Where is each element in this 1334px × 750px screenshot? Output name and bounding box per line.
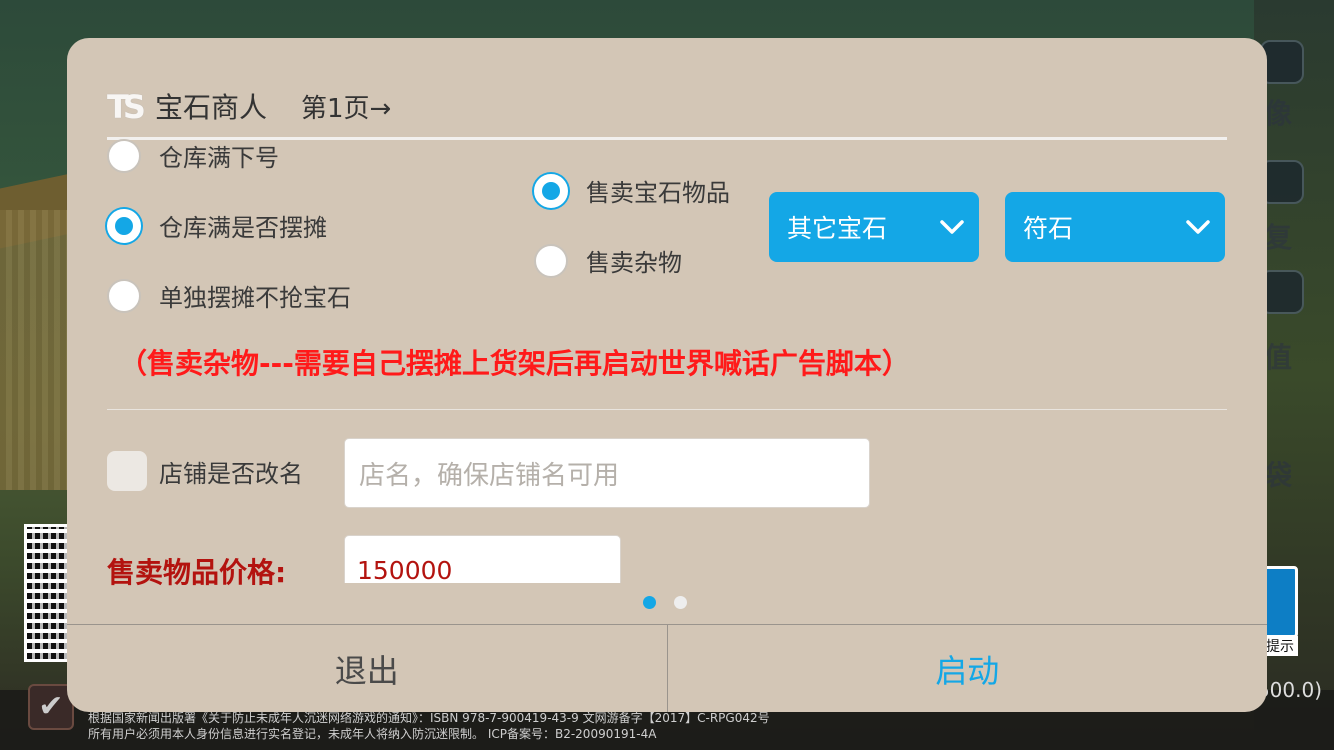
page-indicator [643, 596, 687, 609]
radio-option-warehouse-stall[interactable]: 仓库满是否摆摊 [107, 208, 327, 243]
ts-logo-icon: TS [107, 88, 146, 126]
game-footer-notice: 根据国家新闻出版署《关于防止未成年人沉迷网络游戏的通知》：ISBN 978-7-… [88, 710, 1318, 742]
gem-type-dropdown[interactable]: 其它宝石 [769, 192, 979, 262]
rename-shop-option[interactable]: 店铺是否改名 [107, 451, 303, 491]
chevron-down-icon [1186, 220, 1210, 234]
game-side-label: 复 [1263, 221, 1292, 254]
radio-label: 售卖杂物 [586, 249, 682, 277]
section-divider [107, 409, 1227, 410]
game-footer-notice-line: 根据国家新闻出版署《关于防止未成年人沉迷网络游戏的通知》：ISBN 978-7-… [88, 711, 770, 725]
game-side-label: 像 [1263, 97, 1292, 130]
price-input[interactable]: 150000 [344, 535, 621, 583]
exit-button[interactable]: 退出 [67, 625, 668, 712]
radio-option-stall-only[interactable]: 单独摆摊不抢宝石 [107, 278, 351, 313]
game-side-label: 袋 [1263, 459, 1292, 492]
radio-button[interactable] [534, 243, 568, 278]
next-page-link[interactable]: 第1页→ [301, 88, 391, 125]
shop-name-input[interactable]: 店名，确保店铺名可用 [344, 438, 870, 508]
radio-label: 售卖宝石物品 [586, 179, 730, 207]
game-badge-label: 提示 [1262, 636, 1298, 656]
radio-button-selected[interactable] [107, 208, 141, 243]
radio-label: 仓库满下号 [159, 144, 279, 172]
warning-note: （售卖杂物---需要自己摆摊上货架后再启动世界喊话广告脚本） [119, 347, 910, 380]
radio-button[interactable] [107, 138, 141, 173]
price-label: 售卖物品价格: [107, 556, 287, 589]
script-settings-dialog: TS 宝石商人 第1页→ 仓库满下号 仓库满是否摆摊 单独摆摊不抢宝石 售卖宝石… [67, 38, 1267, 712]
dropdown-value: 符石 [1023, 214, 1074, 243]
game-footer-notice-line: 所有用户必须用本人身份信息进行实名登记，未成年人将纳入防沉迷限制。 ICP备案号… [88, 727, 657, 741]
page-dot-active[interactable] [643, 596, 656, 609]
rename-checkbox[interactable] [107, 451, 147, 491]
chevron-down-icon [940, 220, 964, 234]
radio-button[interactable] [107, 278, 141, 313]
price-input-wrapper: 150000 [344, 535, 623, 583]
radio-option-warehouse-logout[interactable]: 仓库满下号 [107, 138, 279, 173]
game-side-label: 值 [1263, 341, 1292, 374]
radio-button-selected[interactable] [534, 173, 568, 208]
start-button[interactable]: 启动 [668, 625, 1268, 712]
dialog-title: 宝石商人 [155, 91, 268, 124]
radio-option-sell-gems[interactable]: 售卖宝石物品 [534, 173, 730, 208]
dropdown-value: 其它宝石 [787, 214, 888, 243]
radio-label: 仓库满是否摆摊 [159, 214, 327, 242]
radio-label: 单独摆摊不抢宝石 [159, 284, 351, 312]
page-dot[interactable] [674, 596, 687, 609]
background-house [0, 210, 75, 490]
gem-subtype-dropdown[interactable]: 符石 [1005, 192, 1225, 262]
rename-label: 店铺是否改名 [159, 459, 303, 488]
dialog-footer: 退出 启动 [67, 624, 1267, 712]
dialog-header: TS 宝石商人 第1页→ [107, 86, 391, 126]
radio-option-sell-misc[interactable]: 售卖杂物 [534, 243, 682, 278]
